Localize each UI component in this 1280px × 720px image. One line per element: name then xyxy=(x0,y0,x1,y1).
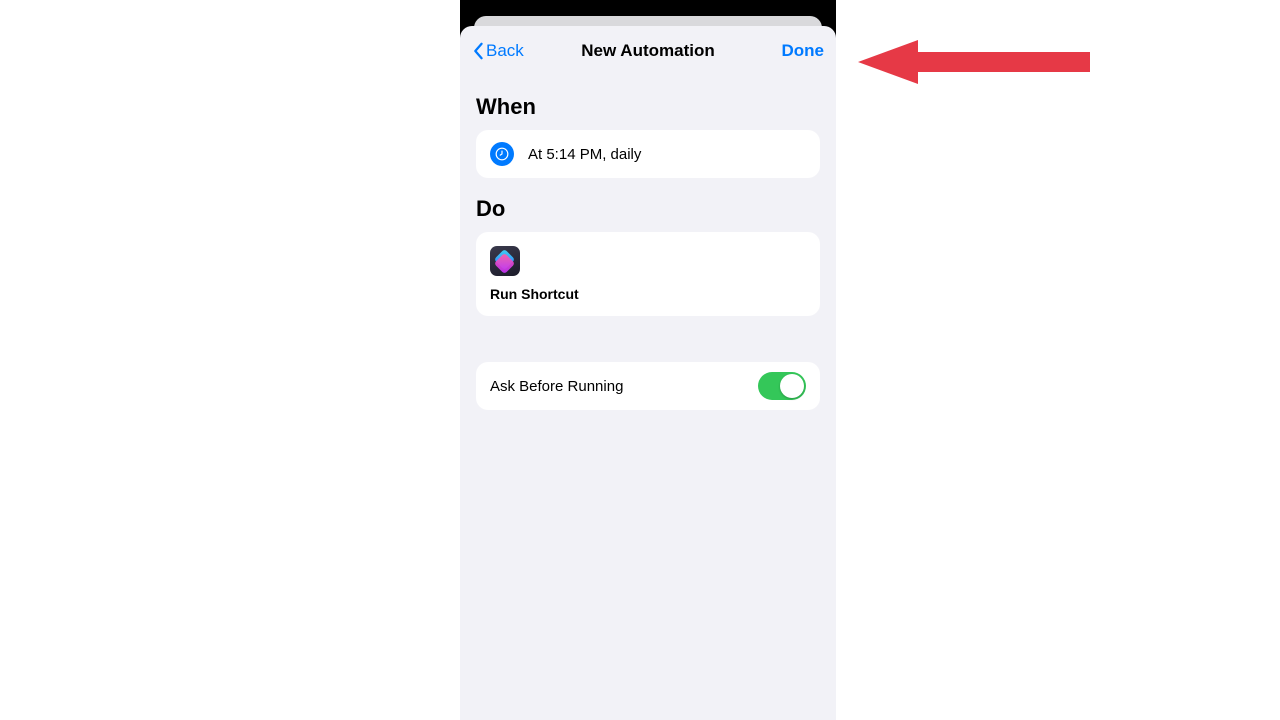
phone-black-top xyxy=(460,0,836,16)
do-heading: Do xyxy=(476,196,820,222)
ask-before-running-row: Ask Before Running xyxy=(476,362,820,410)
phone-content: Back New Automation Done When At 5:14 PM… xyxy=(460,26,836,720)
do-card[interactable]: Run Shortcut xyxy=(476,232,820,316)
phone-frame: Back New Automation Done When At 5:14 PM… xyxy=(460,0,836,720)
ask-toggle[interactable] xyxy=(758,372,806,400)
do-section: Do Run Shortcut Ask Before Running xyxy=(460,196,836,410)
shortcuts-app-icon xyxy=(490,246,520,276)
do-label: Run Shortcut xyxy=(490,286,806,302)
back-label: Back xyxy=(486,41,524,61)
when-card[interactable]: At 5:14 PM, daily xyxy=(476,130,820,178)
when-label: At 5:14 PM, daily xyxy=(528,146,641,163)
page-title: New Automation xyxy=(581,41,714,61)
chevron-left-icon xyxy=(472,42,484,60)
when-heading: When xyxy=(476,94,820,120)
done-button[interactable]: Done xyxy=(782,41,825,61)
toggle-knob xyxy=(780,374,804,398)
ask-label: Ask Before Running xyxy=(490,378,623,395)
back-button[interactable]: Back xyxy=(472,41,524,61)
red-arrow-annotation xyxy=(858,32,1090,92)
when-section: When At 5:14 PM, daily xyxy=(460,94,836,178)
clock-icon xyxy=(490,142,514,166)
nav-bar: Back New Automation Done xyxy=(460,26,836,76)
